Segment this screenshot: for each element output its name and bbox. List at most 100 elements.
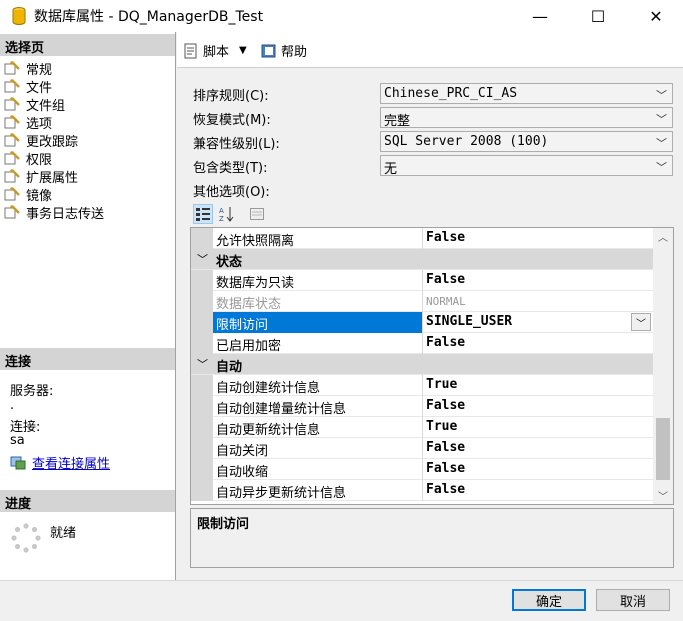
property-row[interactable]: 自动创建统计信息 True (191, 375, 653, 396)
property-row[interactable]: 数据库状态 NORMAL (191, 291, 653, 312)
view-connection-properties[interactable]: 查看连接属性 (10, 453, 110, 472)
property-category-row[interactable]: ﹀ 状态 (191, 249, 653, 270)
property-row[interactable]: 自动创建增量统计信息 False (191, 396, 653, 417)
nav-page-item[interactable]: 事务日志传送 (4, 203, 105, 222)
left-pane: 选择页 常规 文件 文件组 选项 更改跟踪 权限 扩展属性 镜像 事务日志传送 连接 服务器: … (0, 32, 176, 580)
nav-page-item[interactable]: 镜像 (4, 185, 53, 204)
categorized-view-button[interactable] (193, 204, 213, 224)
property-category-name: 自动 (216, 360, 243, 375)
page-wrench-icon (4, 169, 20, 183)
progress-spinner-icon (11, 523, 41, 553)
property-description-title: 限制访问 (197, 517, 250, 532)
compatibility-level-value: SQL Server 2008 (100) (384, 134, 549, 149)
property-row[interactable]: 允许快照隔离 False (191, 228, 653, 249)
collapse-chevron-icon[interactable]: ﹀ (197, 251, 208, 267)
column-divider (422, 312, 423, 333)
collation-select[interactable]: Chinese_PRC_CI_AS ﹀ (380, 83, 673, 104)
property-category-row[interactable]: ﹀ 自动 (191, 354, 653, 375)
scrollbar-thumb[interactable] (656, 418, 670, 480)
help-button[interactable]: 帮助 (261, 41, 307, 60)
property-row[interactable]: 自动收缩 False (191, 459, 653, 480)
property-row-gutter (191, 438, 213, 459)
property-row[interactable]: 自动关闭 False (191, 438, 653, 459)
main-pane: 脚本 ▼ 帮助 排序规则(C): Chinese_PRC_CI_AS ﹀ 恢复模… (177, 32, 683, 580)
svg-text:A: A (219, 207, 224, 215)
property-row[interactable]: 自动更新统计信息 True (191, 417, 653, 438)
column-divider (422, 480, 423, 501)
nav-page-label: 事务日志传送 (26, 206, 105, 222)
column-divider (422, 417, 423, 438)
minimize-button[interactable]: — (517, 0, 563, 32)
scroll-down-icon[interactable]: ﹀ (653, 487, 673, 504)
script-button[interactable]: 脚本 ▼ (183, 41, 247, 60)
property-grid-scrollbar[interactable]: ︿ ﹀ (653, 228, 673, 504)
property-row[interactable]: 自动异步更新统计信息 False (191, 480, 653, 501)
property-value[interactable]: False (426, 398, 465, 413)
scroll-up-icon[interactable]: ︿ (653, 228, 673, 245)
other-options-label: 其他选项(O): (193, 185, 270, 200)
property-name: 数据库为只读 (216, 276, 295, 291)
property-row-gutter (191, 375, 213, 396)
property-grid[interactable]: 允许快照隔离 False ﹀ 状态 数据库为只读 False 数据库状态 NORMAL 限制访问… (190, 227, 674, 505)
script-label: 脚本 (203, 45, 230, 60)
cancel-button[interactable]: 取消 (596, 589, 670, 611)
recovery-model-select[interactable]: 完整 ﹀ (380, 107, 673, 129)
property-grid-toolbar: A Z (193, 204, 267, 224)
property-name: 自动异步更新统计信息 (216, 486, 347, 501)
property-row[interactable]: 限制访问 SINGLE_USER ﹀ (191, 312, 653, 333)
property-name: 数据库状态 (216, 297, 282, 312)
property-value[interactable]: False (426, 461, 465, 476)
ok-button[interactable]: 确定 (512, 589, 586, 611)
chevron-down-icon: ﹀ (656, 113, 667, 126)
nav-page-item[interactable]: 文件组 (4, 95, 66, 114)
property-value[interactable]: SINGLE_USER (426, 314, 512, 329)
collapse-chevron-icon[interactable]: ﹀ (197, 356, 208, 372)
compatibility-level-select[interactable]: SQL Server 2008 (100) ﹀ (380, 131, 673, 152)
column-divider (422, 291, 423, 312)
containment-type-select[interactable]: 无 ﹀ (380, 155, 673, 177)
property-pages-button[interactable] (247, 204, 267, 224)
maximize-button[interactable]: ☐ (575, 0, 621, 32)
property-value[interactable]: True (426, 377, 457, 392)
column-divider (422, 459, 423, 480)
nav-page-item[interactable]: 文件 (4, 77, 52, 96)
value-dropdown-chevron-icon[interactable]: ﹀ (631, 313, 651, 331)
nav-page-label: 文件组 (26, 98, 66, 114)
nav-page-item[interactable]: 更改跟踪 (4, 131, 79, 150)
nav-page-label: 更改跟踪 (26, 134, 79, 150)
nav-page-item[interactable]: 常规 (4, 59, 53, 78)
select-page-header: 选择页 (0, 34, 175, 56)
collation-label: 排序规则(C): (193, 89, 269, 104)
property-value[interactable]: False (426, 482, 465, 497)
property-value[interactable]: False (426, 335, 465, 350)
close-button[interactable]: ✕ (633, 0, 679, 32)
property-value[interactable]: False (426, 272, 465, 287)
page-wrench-icon (4, 97, 20, 111)
property-name: 自动关闭 (216, 444, 269, 459)
nav-page-item[interactable]: 扩展属性 (4, 167, 78, 186)
server-value: . (10, 398, 15, 413)
property-value[interactable]: False (426, 440, 465, 455)
dialog-footer: 确定 取消 (0, 580, 683, 621)
script-icon (184, 43, 197, 58)
toolbar: 脚本 ▼ 帮助 (177, 32, 683, 68)
script-dropdown-icon[interactable]: ▼ (239, 45, 247, 56)
recovery-model-value: 完整 (384, 114, 411, 129)
view-connection-properties-link[interactable]: 查看连接属性 (32, 453, 110, 472)
property-row[interactable]: 数据库为只读 False (191, 270, 653, 291)
title-bar: 数据库属性 - DQ_ManagerDB_Test — ☐ ✕ (0, 0, 683, 32)
property-value[interactable]: True (426, 419, 457, 434)
progress-header: 进度 (0, 490, 175, 512)
page-wrench-icon (4, 205, 20, 219)
property-value[interactable]: NORMAL (426, 295, 466, 308)
property-name: 自动创建增量统计信息 (216, 402, 347, 417)
nav-page-item[interactable]: 权限 (4, 149, 52, 168)
alphabetical-view-button[interactable]: A Z (217, 204, 237, 224)
property-row[interactable]: 已启用加密 False (191, 333, 653, 354)
property-row-gutter (191, 417, 213, 438)
nav-page-label: 镜像 (26, 188, 53, 204)
property-value[interactable]: False (426, 230, 465, 245)
property-row-gutter (191, 396, 213, 417)
nav-page-item[interactable]: 选项 (4, 113, 52, 132)
nav-page-label: 常规 (26, 62, 53, 78)
